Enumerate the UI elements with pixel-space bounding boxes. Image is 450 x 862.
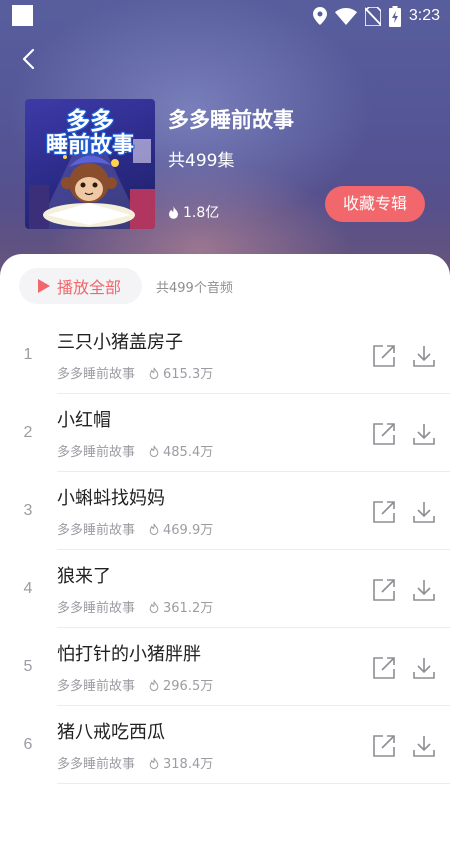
track-panel: 播放全部 共499个音频 1 三只小猪盖房子 多多睡前故事 615.3万 2 小…	[0, 254, 450, 800]
status-icons: 3:23	[312, 5, 440, 27]
track-artist: 多多睡前故事	[57, 523, 136, 538]
album-play-count: 1.8亿	[168, 202, 219, 222]
download-icon[interactable]	[411, 499, 437, 525]
track-row[interactable]: 1 三只小猪盖房子 多多睡前故事 615.3万	[0, 316, 450, 394]
track-play-count: 469.9万	[163, 523, 214, 538]
share-icon[interactable]	[371, 499, 397, 525]
track-index: 4	[23, 580, 33, 597]
no-sim-icon	[364, 6, 381, 26]
track-title: 猪八戒吃西瓜	[57, 722, 165, 743]
track-row-partial[interactable]	[0, 784, 450, 862]
total-audio-count: 共499个音频	[156, 281, 233, 296]
share-icon[interactable]	[371, 655, 397, 681]
track-play-count: 361.2万	[163, 601, 214, 616]
track-artist: 多多睡前故事	[57, 757, 136, 772]
status-bar: 3:23	[0, 0, 450, 32]
play-all-label: 播放全部	[57, 278, 122, 297]
track-title: 三只小猪盖房子	[57, 332, 183, 353]
track-artist: 多多睡前故事	[57, 601, 136, 616]
track-play-count: 615.3万	[163, 367, 214, 382]
track-meta: 多多睡前故事 318.4万	[57, 753, 213, 772]
track-title: 怕打针的小猪胖胖	[57, 644, 201, 665]
share-icon[interactable]	[371, 733, 397, 759]
share-icon[interactable]	[371, 421, 397, 447]
download-icon[interactable]	[411, 733, 437, 759]
track-index: 3	[23, 502, 33, 519]
play-icon	[38, 279, 50, 293]
album-header: 3:23 多多 睡前故事 多多睡前故事 共499集 1.8亿 收藏专辑	[0, 0, 450, 290]
track-row[interactable]: 2 小红帽 多多睡前故事 485.4万	[0, 394, 450, 472]
track-play-count: 485.4万	[163, 445, 214, 460]
download-icon[interactable]	[411, 577, 437, 603]
track-play-count: 318.4万	[163, 757, 214, 772]
track-meta: 多多睡前故事 296.5万	[57, 675, 213, 694]
flame-icon	[149, 367, 159, 379]
track-artist: 多多睡前故事	[57, 679, 136, 694]
track-title: 小红帽	[57, 410, 111, 431]
track-row[interactable]: 5 怕打针的小猪胖胖 多多睡前故事 296.5万	[0, 628, 450, 706]
flame-icon	[149, 445, 159, 457]
cover-title-line2: 睡前故事	[45, 133, 134, 158]
flame-icon	[169, 205, 178, 219]
share-icon[interactable]	[371, 577, 397, 603]
track-row[interactable]: 6 猪八戒吃西瓜 多多睡前故事 318.4万	[0, 706, 450, 784]
track-meta: 多多睡前故事 615.3万	[57, 363, 213, 382]
track-artist: 多多睡前故事	[57, 445, 136, 460]
track-index: 1	[23, 346, 33, 363]
track-meta: 多多睡前故事 485.4万	[57, 441, 213, 460]
track-meta: 多多睡前故事 361.2万	[57, 597, 213, 616]
track-index: 5	[23, 658, 33, 675]
favorite-album-button[interactable]: 收藏专辑	[325, 186, 425, 222]
download-icon[interactable]	[411, 655, 437, 681]
track-meta: 多多睡前故事 469.9万	[57, 519, 213, 538]
episode-count: 共499集	[168, 151, 235, 171]
download-icon[interactable]	[411, 343, 437, 369]
location-icon	[312, 7, 327, 25]
album-play-count-value: 1.8亿	[183, 205, 220, 221]
flame-icon	[149, 679, 159, 691]
track-index: 2	[23, 424, 33, 441]
notification-icon	[12, 5, 33, 26]
track-index: 6	[23, 736, 33, 753]
flame-icon	[149, 757, 159, 769]
track-row[interactable]: 3 小蝌蚪找妈妈 多多睡前故事 469.9万	[0, 472, 450, 550]
album-title: 多多睡前故事	[168, 108, 294, 132]
track-title: 小蝌蚪找妈妈	[57, 488, 165, 509]
share-icon[interactable]	[371, 343, 397, 369]
track-title: 狼来了	[57, 566, 111, 587]
album-cover: 多多 睡前故事	[25, 99, 155, 229]
track-artist: 多多睡前故事	[57, 367, 136, 382]
battery-charging-icon	[388, 5, 401, 27]
back-arrow-icon[interactable]	[16, 46, 42, 72]
flame-icon	[149, 601, 159, 613]
play-all-button[interactable]: 播放全部	[19, 268, 142, 304]
status-time: 3:23	[408, 7, 440, 24]
track-play-count: 296.5万	[163, 679, 214, 694]
track-row[interactable]: 4 狼来了 多多睡前故事 361.2万	[0, 550, 450, 628]
track-list: 1 三只小猪盖房子 多多睡前故事 615.3万 2 小红帽 多多睡前故事 485…	[0, 316, 450, 862]
flame-icon	[149, 523, 159, 535]
download-icon[interactable]	[411, 421, 437, 447]
wifi-icon	[334, 7, 357, 25]
